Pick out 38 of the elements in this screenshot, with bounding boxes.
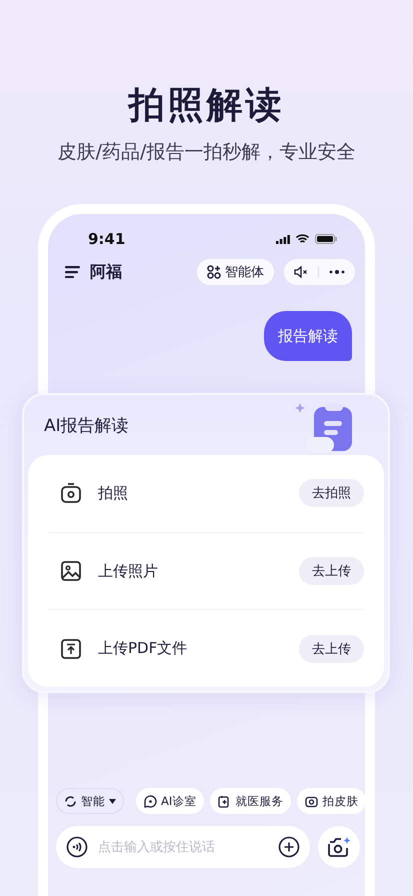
more-icon[interactable]: [329, 270, 345, 274]
subtitle: 皮肤/药品/报告一拍秒解，专业安全: [58, 140, 356, 165]
agent-button[interactable]: 智能体: [197, 259, 274, 285]
message-input[interactable]: 点击输入或按住说话: [96, 838, 270, 856]
option-label: 上传PDF文件: [98, 639, 188, 658]
battery-icon: [315, 234, 337, 244]
option-label: 拍照: [98, 484, 129, 503]
camera-button[interactable]: [318, 826, 360, 868]
chip-button[interactable]: AI诊室: [136, 788, 204, 814]
voice-icon[interactable]: [66, 836, 88, 858]
option-label: 上传照片: [98, 562, 159, 580]
signal-icon: [276, 234, 290, 244]
refresh-icon: [64, 794, 77, 808]
status-time: 9:41: [88, 230, 126, 248]
wifi-icon: [296, 234, 309, 244]
agents-icon: [207, 265, 221, 279]
camera-icon: [60, 482, 82, 504]
add-icon[interactable]: [278, 836, 300, 858]
option-button[interactable]: 去上传: [299, 634, 364, 663]
chat-bubble: 报告解读: [264, 311, 352, 361]
chip-button[interactable]: 智能: [56, 788, 124, 814]
card-title: AI报告解读: [44, 414, 129, 436]
camera-icon: [305, 794, 318, 808]
menu-icon[interactable]: [65, 266, 80, 278]
option-button[interactable]: 去拍照: [299, 479, 364, 508]
image-icon: [60, 560, 82, 582]
option-button[interactable]: 去上传: [299, 557, 364, 585]
chip-button[interactable]: 就医服务: [210, 788, 292, 814]
clipboard-icon: [218, 794, 232, 808]
headline: 拍照解读: [128, 84, 284, 128]
chip-button[interactable]: 拍皮肤: [297, 788, 366, 814]
upload-icon: [60, 638, 82, 660]
camera-icon: [327, 836, 351, 858]
mute-icon[interactable]: [294, 266, 308, 278]
message-field[interactable]: 点击输入或按住说话: [56, 826, 310, 868]
chat-title: 阿福: [90, 262, 123, 282]
chat-icon: [144, 794, 157, 808]
caret-icon: [109, 798, 116, 804]
